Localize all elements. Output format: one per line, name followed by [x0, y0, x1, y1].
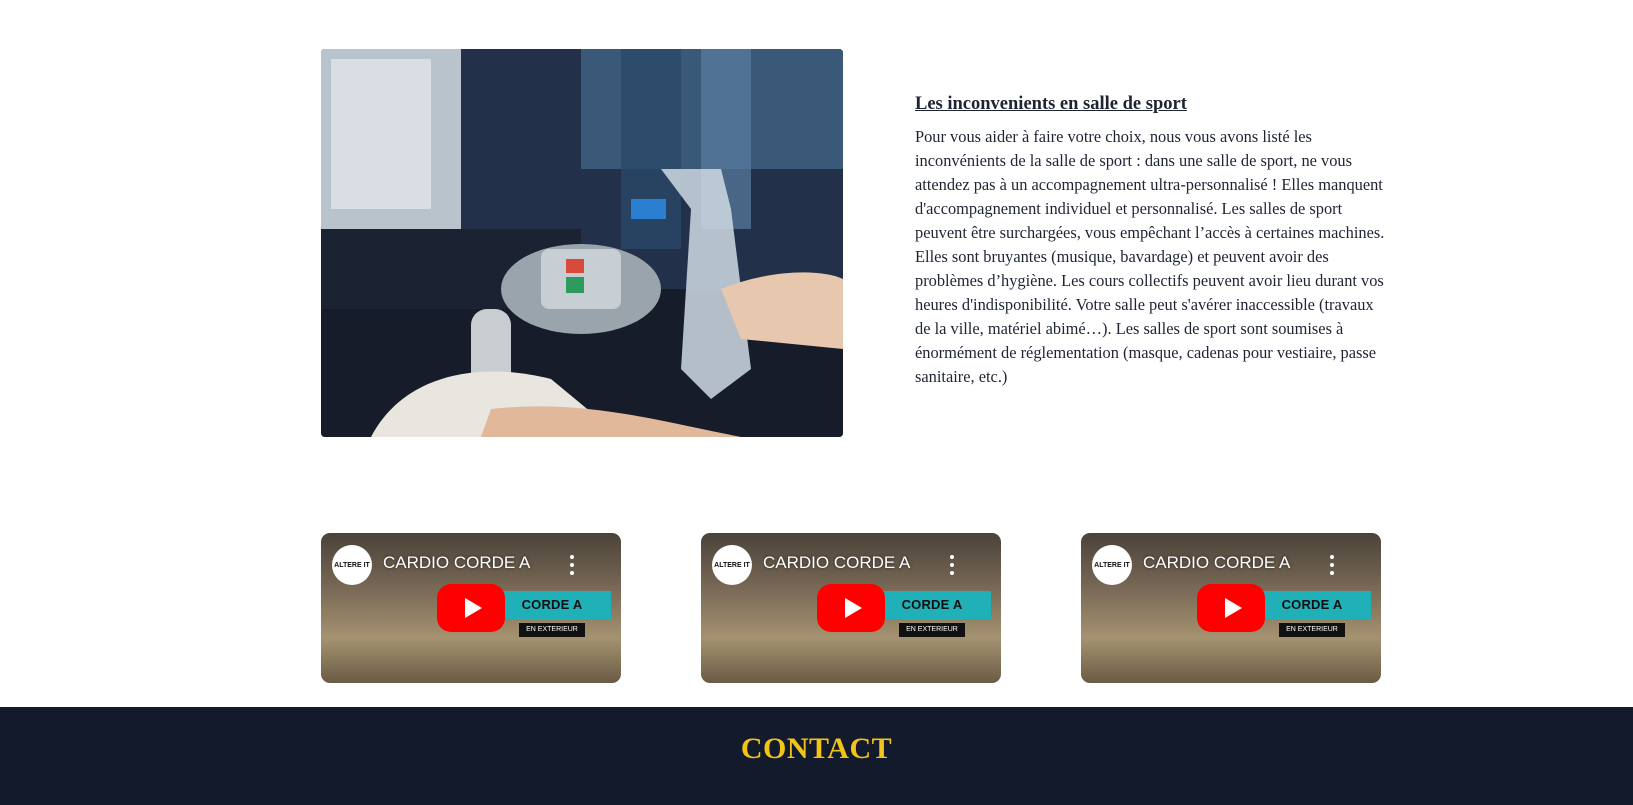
article-body: Pour vous aider à faire votre choix, nou…: [915, 127, 1385, 386]
more-options-icon[interactable]: [949, 555, 955, 575]
channel-avatar[interactable]: ALTERE IT: [332, 545, 372, 585]
video-thumbnail-banner: CORDE A SAUTER: [1253, 591, 1371, 640]
play-icon: [464, 598, 482, 618]
video-gallery: CORDE A SAUTER EN EXTERIEUR ALTERE IT CA…: [0, 533, 1633, 683]
more-options-icon[interactable]: [569, 555, 575, 575]
video-title[interactable]: CARDIO CORDE A S...: [1143, 553, 1293, 573]
video-thumbnail-subbanner: EN EXTERIEUR: [899, 623, 965, 637]
contact-footer: CONTACT: [0, 707, 1633, 805]
channel-avatar[interactable]: ALTERE IT: [1092, 545, 1132, 585]
play-button[interactable]: [437, 584, 505, 632]
article-heading: Les inconvenients en salle de sport: [915, 94, 1187, 114]
video-title[interactable]: CARDIO CORDE A S...: [383, 553, 533, 573]
play-button[interactable]: [1197, 584, 1265, 632]
play-icon: [1224, 598, 1242, 618]
channel-avatar[interactable]: ALTERE IT: [712, 545, 752, 585]
gym-equipment-cleaning-photo: [321, 49, 843, 437]
video-embed-2[interactable]: CORDE A SAUTER EN EXTERIEUR ALTERE IT CA…: [701, 533, 1001, 683]
play-button[interactable]: [817, 584, 885, 632]
video-thumbnail-subbanner: EN EXTERIEUR: [519, 623, 585, 637]
video-thumbnail-subbanner: EN EXTERIEUR: [1279, 623, 1345, 637]
photo-illustration: [321, 49, 843, 437]
video-thumbnail-banner: CORDE A SAUTER: [493, 591, 611, 640]
video-embed-3[interactable]: CORDE A SAUTER EN EXTERIEUR ALTERE IT CA…: [1081, 533, 1381, 683]
video-embed-1[interactable]: CORDE A SAUTER EN EXTERIEUR ALTERE IT CA…: [321, 533, 621, 683]
video-thumbnail-banner: CORDE A SAUTER: [873, 591, 991, 640]
video-title[interactable]: CARDIO CORDE A S...: [763, 553, 913, 573]
article-section: Les inconvenients en salle de sport Pour…: [915, 92, 1390, 389]
contact-heading: CONTACT: [740, 732, 893, 765]
more-options-icon[interactable]: [1329, 555, 1335, 575]
play-icon: [844, 598, 862, 618]
